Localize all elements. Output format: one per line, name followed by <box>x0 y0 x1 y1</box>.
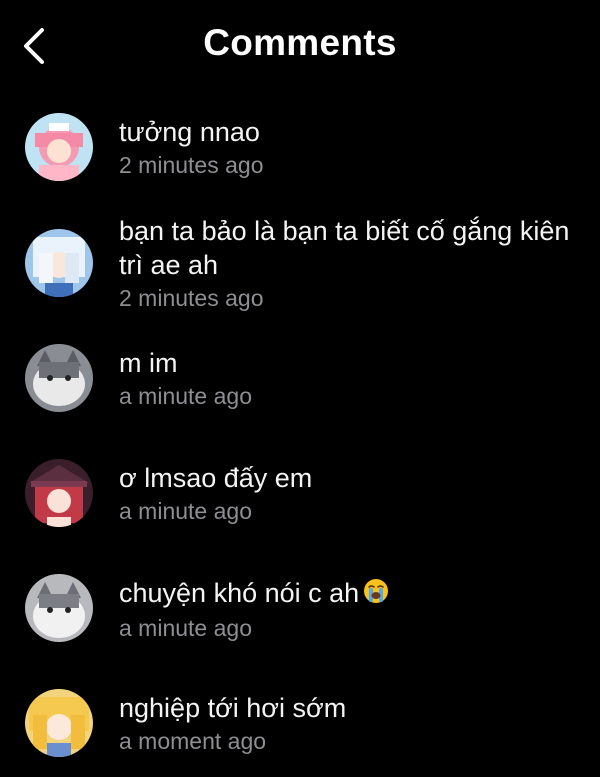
loudly-crying-face-icon <box>363 578 389 612</box>
commenter-avatar[interactable] <box>25 689 93 757</box>
page-title: Comments <box>203 22 397 63</box>
comment-text-content: chuyện khó nói c ah <box>119 578 360 608</box>
commenter-avatar[interactable] <box>25 229 93 297</box>
comment-text: nghiệp tới hơi sớm <box>119 693 347 723</box>
comment-text: ơ lmsao đấy em <box>119 463 313 493</box>
comment-text: bạn ta bảo là bạn ta biết cố gắng kiên t… <box>119 216 570 280</box>
comment-timestamp: a minute ago <box>119 615 252 641</box>
commenter-avatar[interactable] <box>25 113 93 181</box>
commenter-avatar[interactable] <box>25 459 93 527</box>
commenter-avatar[interactable] <box>25 344 93 412</box>
comment-timestamp: 2 minutes ago <box>119 152 264 178</box>
comment-timestamp: a minute ago <box>119 383 252 409</box>
comment-text: chuyện khó nói c ah <box>119 576 570 612</box>
comment-timestamp: a minute ago <box>119 498 252 524</box>
header-bar: Comments <box>0 0 600 92</box>
comment-text: m im <box>119 348 178 378</box>
comment-text: tưởng nnao <box>119 117 260 147</box>
commenter-avatar[interactable] <box>25 574 93 642</box>
comment-timestamp: 2 minutes ago <box>119 285 264 311</box>
comment-timestamp: a moment ago <box>119 728 267 754</box>
